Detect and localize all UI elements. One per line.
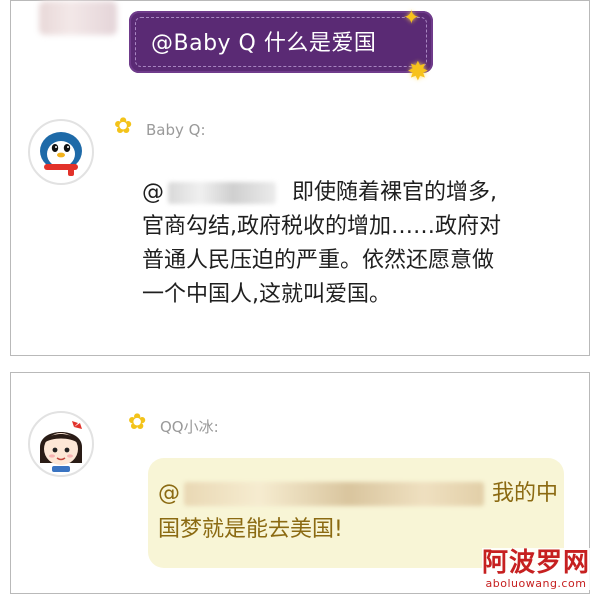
user-message-text: @Baby Q 什么是爱国 bbox=[151, 31, 377, 56]
watermark-site-url: aboluowang.com bbox=[485, 577, 587, 590]
girl-avatar-icon[interactable] bbox=[28, 411, 94, 477]
blurred-user-avatar[interactable] bbox=[39, 1, 117, 35]
sparkle-icon: ✸ bbox=[407, 57, 429, 87]
mention-prefix: @ bbox=[142, 180, 164, 205]
watermark-site-name: 阿波罗网 bbox=[481, 548, 590, 578]
xiaobing-sender-name: QQ小冰: bbox=[160, 418, 219, 436]
flower-icon: ✿ bbox=[114, 114, 133, 139]
babyq-sender-name: Baby Q: bbox=[146, 121, 206, 139]
penguin-avatar-icon[interactable] bbox=[28, 119, 94, 185]
sparkle-icon: ✦ bbox=[403, 5, 420, 29]
babyq-reply-text: @ 即使随着裸官的增多,官商勾结,政府税收的增加……政府对普通人民压迫的严重。依然… bbox=[142, 176, 502, 312]
xiaobing-reply-text: @ 我的中国梦就是能去美国! bbox=[158, 476, 558, 548]
redacted-username bbox=[168, 182, 276, 204]
user-message-bubble: @Baby Q 什么是爱国 bbox=[129, 11, 433, 73]
mention-prefix: @ bbox=[158, 481, 180, 506]
redacted-username bbox=[184, 482, 484, 506]
site-watermark: 阿波罗网 aboluowang.com bbox=[481, 548, 590, 590]
flower-icon: ✿ bbox=[128, 410, 147, 435]
